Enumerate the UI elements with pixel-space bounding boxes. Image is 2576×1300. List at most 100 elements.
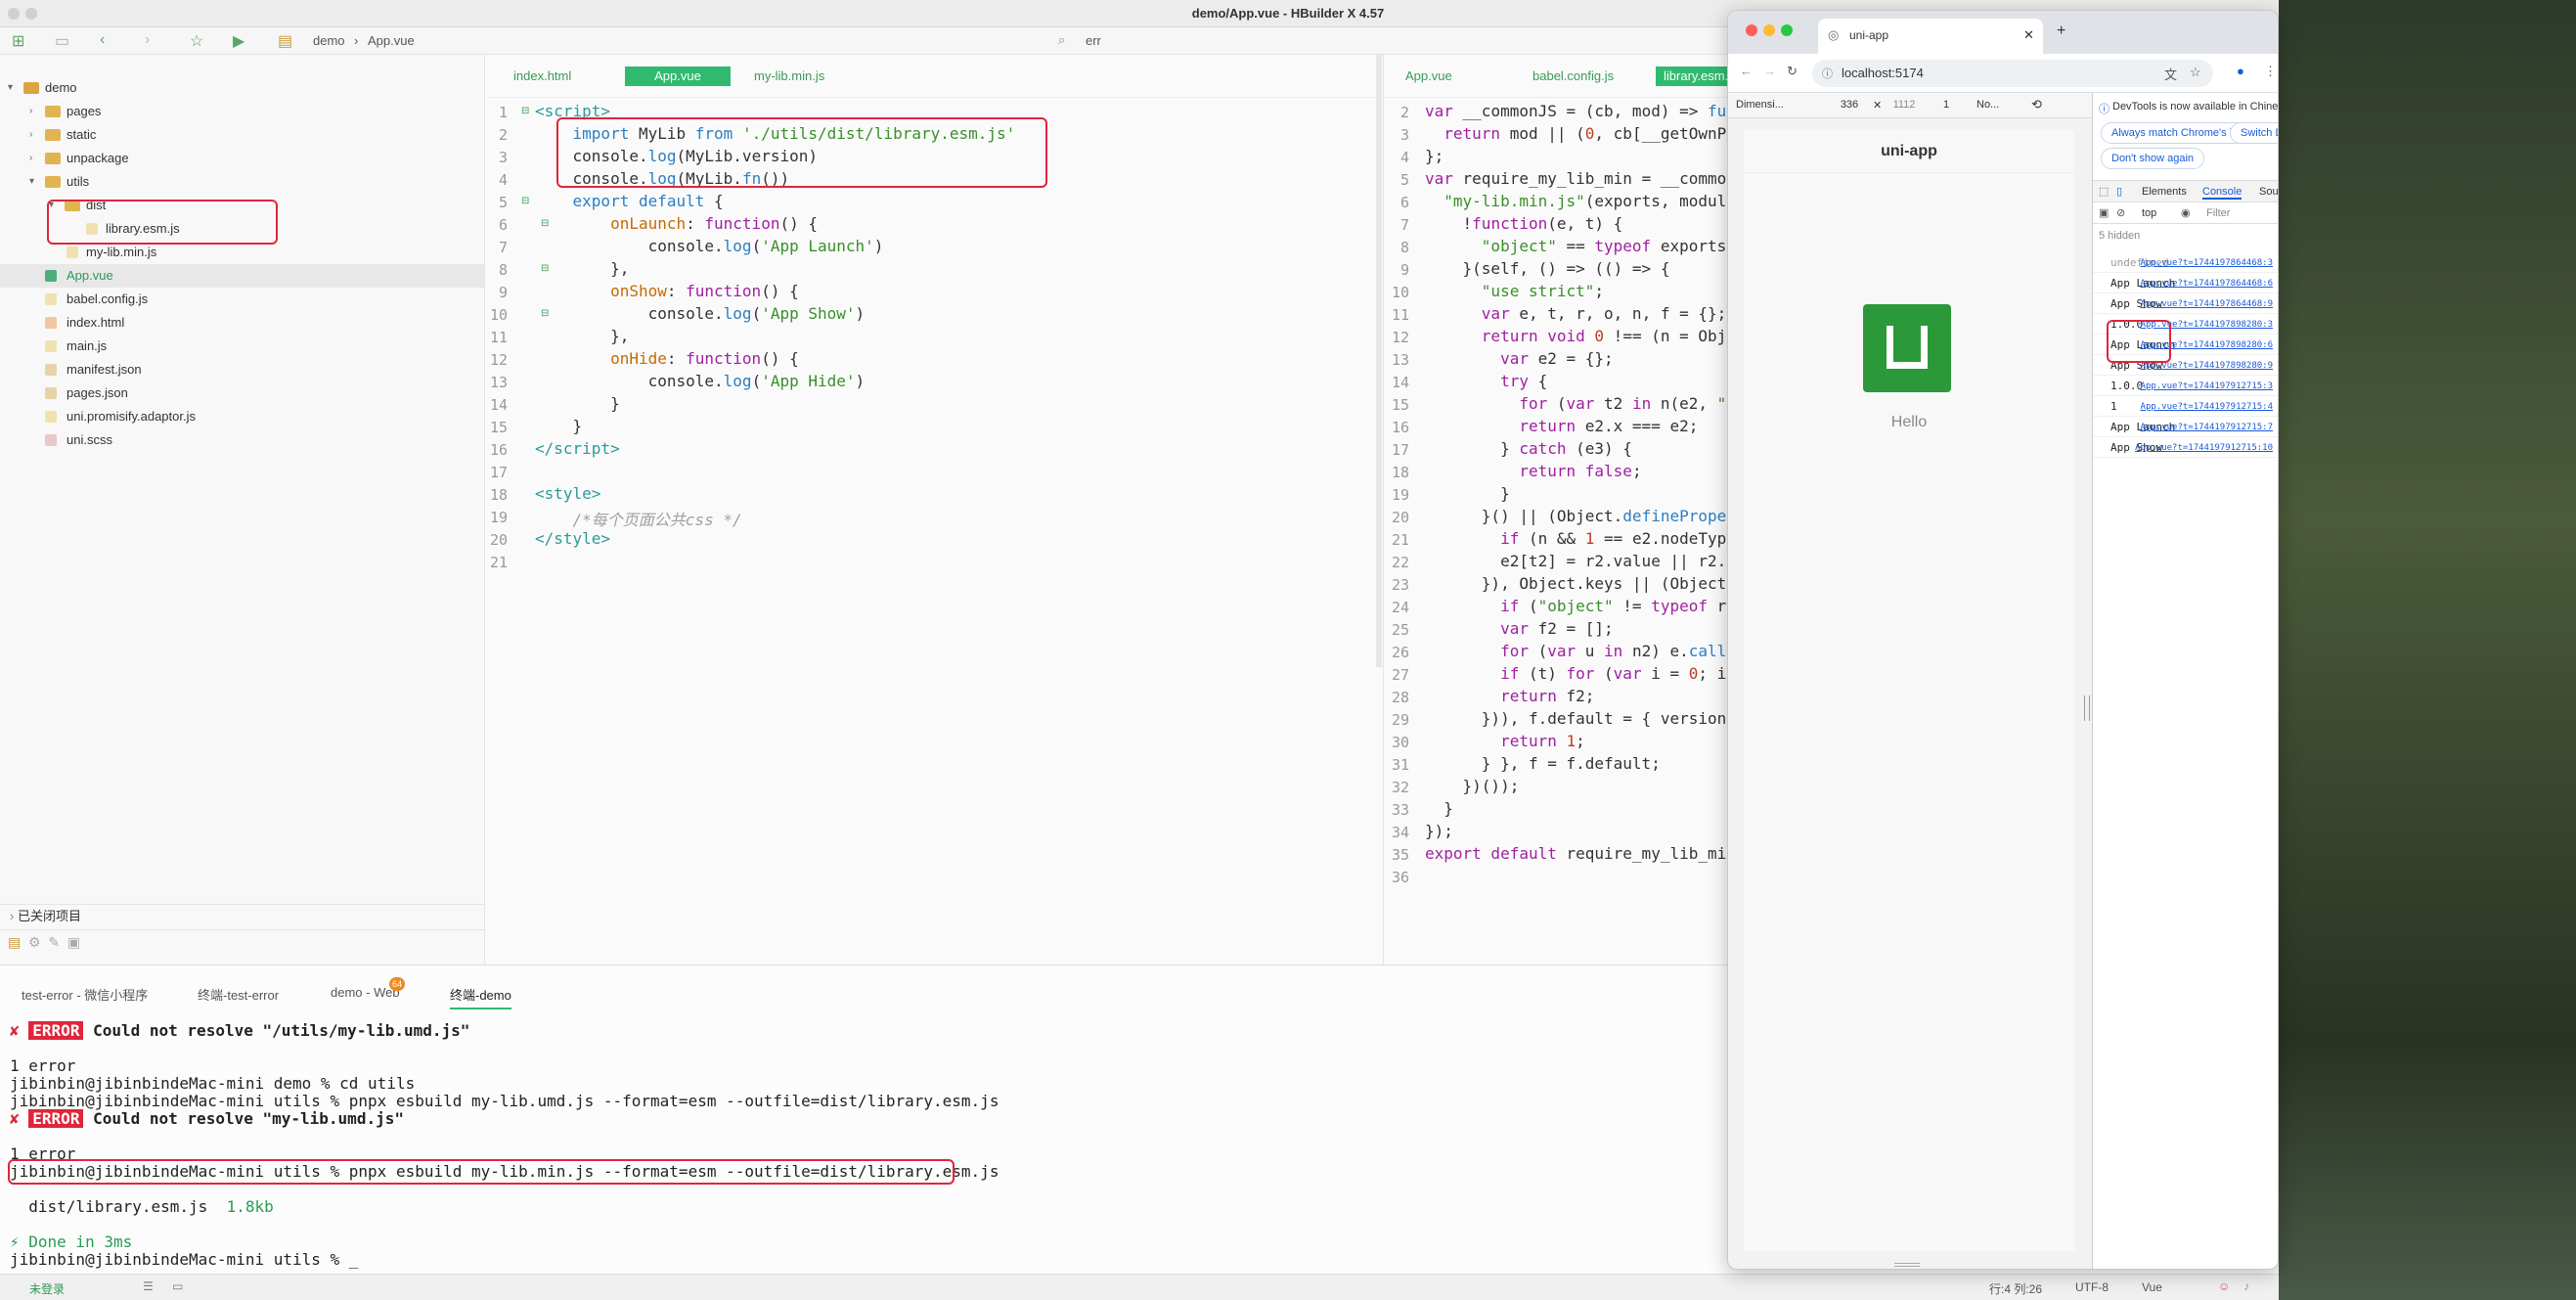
tree-item-utils[interactable]: ▾ utils bbox=[0, 170, 485, 194]
cursor-position[interactable]: 行:4 列:26 bbox=[1989, 1280, 2042, 1297]
resize-handle[interactable] bbox=[1894, 1263, 1920, 1267]
editor-left[interactable]: index.html App.vue my-lib.min.js 1234567… bbox=[486, 55, 1382, 964]
bell-icon[interactable]: ♪ bbox=[2243, 1279, 2249, 1293]
close-window-button[interactable] bbox=[1746, 24, 1757, 36]
line-number: 6 bbox=[498, 216, 508, 234]
log-source-link[interactable]: App.vue?t=1744197864468:6 bbox=[2141, 274, 2273, 293]
back-icon[interactable]: ← bbox=[1740, 64, 1753, 78]
feedback-icon[interactable]: ☺ bbox=[2218, 1279, 2230, 1293]
breadcrumb-file[interactable]: App.vue bbox=[368, 33, 415, 48]
tree-item-uni-scss[interactable]: uni.scss bbox=[0, 428, 485, 452]
forward-icon[interactable]: › bbox=[145, 31, 150, 49]
bookmark-star-icon[interactable]: ☆ bbox=[2190, 65, 2201, 80]
log-source-link[interactable]: App.vue?t=1744197912715:4 bbox=[2141, 397, 2273, 417]
list-icon[interactable]: ☰ bbox=[143, 1279, 154, 1293]
filter-input[interactable]: Filter bbox=[2206, 207, 2230, 219]
tree-item-main-js[interactable]: main.js bbox=[0, 335, 485, 358]
throttle-select[interactable]: No... bbox=[1976, 99, 1999, 111]
line-number: 8 bbox=[1399, 239, 1409, 256]
device-height-input[interactable]: 1112 bbox=[1885, 99, 1924, 111]
tab-library-esm[interactable]: library.esm.js bbox=[1656, 67, 1727, 86]
terminal-tab-demo[interactable]: 终端-demo bbox=[450, 985, 511, 1009]
translate-icon[interactable]: 文 bbox=[2164, 65, 2177, 83]
terminal-panel[interactable]: test-error - 微信小程序 终端-test-error demo - … bbox=[0, 964, 1727, 1300]
site-info-icon[interactable]: ⓘ bbox=[1822, 66, 1833, 81]
reload-icon[interactable]: ↻ bbox=[1787, 64, 1798, 79]
tree-item-static[interactable]: › static bbox=[0, 123, 485, 147]
tree-item-babel-config[interactable]: babel.config.js bbox=[0, 288, 485, 311]
profile-icon[interactable]: ● bbox=[2237, 64, 2244, 78]
log-source-link[interactable]: App.vue?t=1744197912715:10 bbox=[2135, 438, 2273, 458]
save-icon[interactable]: ▭ bbox=[55, 31, 69, 51]
log-source-link[interactable]: App.vue?t=1744197864468:3 bbox=[2141, 253, 2273, 273]
tree-item-unpackage[interactable]: › unpackage bbox=[0, 147, 485, 170]
rotate-icon[interactable]: ⟲ bbox=[2031, 97, 2042, 112]
console-log-row: App Show App.vue?t=1744197864468:9 bbox=[2093, 294, 2278, 314]
dont-show-again-button[interactable]: Don't show again bbox=[2101, 148, 2205, 169]
tree-item-pages-json[interactable]: pages.json bbox=[0, 381, 485, 405]
tab-console[interactable]: Console bbox=[2202, 186, 2243, 200]
log-source-link[interactable]: App.vue?t=1744197912715:7 bbox=[2141, 418, 2273, 437]
search-input[interactable]: err bbox=[1086, 33, 1101, 48]
run-icon[interactable]: ▶ bbox=[233, 31, 244, 51]
language-mode[interactable]: Vue bbox=[2142, 1280, 2162, 1294]
zoom-window-button[interactable] bbox=[1781, 24, 1793, 36]
tab-my-lib-min[interactable]: my-lib.min.js bbox=[746, 67, 832, 86]
tab-babel-config[interactable]: babel.config.js bbox=[1525, 67, 1621, 86]
breadcrumb-project[interactable]: demo bbox=[313, 33, 345, 48]
minimize-window-button[interactable] bbox=[25, 8, 37, 20]
tab-index-html[interactable]: index.html bbox=[506, 67, 579, 86]
encoding[interactable]: UTF-8 bbox=[2075, 1280, 2109, 1294]
log-source-link[interactable]: App.vue?t=1744197912715:3 bbox=[2141, 377, 2273, 396]
terminal-tab-test-error[interactable]: 终端-test-error bbox=[198, 985, 279, 1004]
log-source-link[interactable]: App.vue?t=1744197864468:9 bbox=[2141, 294, 2273, 314]
context-select[interactable]: top bbox=[2142, 207, 2156, 219]
tab-sources[interactable]: Sources bbox=[2259, 186, 2278, 198]
tab-app-vue[interactable]: App.vue bbox=[625, 67, 731, 86]
close-tab-icon[interactable]: ✕ bbox=[2023, 27, 2034, 43]
browser-tab[interactable]: ◎ uni-app ✕ bbox=[1818, 19, 2043, 54]
line-number: 32 bbox=[1391, 779, 1409, 796]
switch-chinese-button[interactable]: Switch DevTools to Chinese bbox=[2230, 122, 2278, 144]
device-toggle-icon[interactable]: ▯ bbox=[2116, 185, 2122, 198]
forward-icon[interactable]: → bbox=[1763, 64, 1776, 78]
scrollbar[interactable] bbox=[1376, 55, 1382, 667]
gift-icon[interactable]: ▣ bbox=[67, 934, 80, 950]
closed-projects[interactable]: › 已关闭项目 bbox=[0, 904, 485, 927]
new-file-icon[interactable]: ⊞ bbox=[12, 31, 24, 51]
inspect-icon[interactable]: ⬚ bbox=[2099, 185, 2109, 198]
sidebar-toggle-icon[interactable]: ▣ bbox=[2099, 206, 2109, 219]
close-window-button[interactable] bbox=[8, 8, 20, 20]
code-line: }; bbox=[1425, 147, 1444, 165]
plugin-icon[interactable]: ⚙ bbox=[28, 934, 41, 950]
editor-right[interactable]: App.vue babel.config.js library.esm.js 2… bbox=[1383, 55, 1727, 964]
tree-item-demo[interactable]: ▾ demo bbox=[0, 76, 485, 100]
minimize-window-button[interactable] bbox=[1763, 24, 1775, 36]
url-field[interactable]: ⓘ localhost:5174 文 ☆ bbox=[1812, 60, 2213, 87]
login-status[interactable]: 未登录 bbox=[29, 1280, 65, 1297]
tab-elements[interactable]: Elements bbox=[2142, 186, 2187, 198]
terminal-icon[interactable]: ▭ bbox=[172, 1279, 183, 1293]
folder-icon[interactable]: ▤ bbox=[8, 934, 21, 950]
tab-app-vue-right[interactable]: App.vue bbox=[1398, 67, 1460, 86]
code-line: console.log('App Show') bbox=[535, 304, 866, 323]
tree-item-manifest[interactable]: manifest.json bbox=[0, 358, 485, 381]
settings-icon[interactable]: ✎ bbox=[48, 934, 60, 950]
vertical-resize-handle[interactable] bbox=[2084, 695, 2090, 721]
zoom-select[interactable]: 1 bbox=[1943, 99, 1949, 111]
tree-item-promisify[interactable]: uni.promisify.adaptor.js bbox=[0, 405, 485, 428]
eye-icon[interactable]: ◉ bbox=[2181, 206, 2191, 219]
tree-item-pages[interactable]: › pages bbox=[0, 100, 485, 123]
new-tab-button[interactable]: + bbox=[2057, 22, 2065, 40]
device-select[interactable]: Dimensi... bbox=[1736, 99, 1784, 111]
clear-console-icon[interactable]: ⊘ bbox=[2116, 206, 2125, 219]
favorite-star-icon[interactable]: ☆ bbox=[190, 31, 203, 51]
menu-icon[interactable]: ⋮ bbox=[2264, 64, 2277, 79]
line-number: 8 bbox=[498, 261, 508, 279]
line-number: 14 bbox=[489, 396, 508, 414]
terminal-tab-test-error-wx[interactable]: test-error - 微信小程序 bbox=[22, 985, 148, 1004]
tree-item-app-vue[interactable]: App.vue bbox=[0, 264, 485, 288]
back-icon[interactable]: ‹ bbox=[100, 31, 105, 49]
device-width-input[interactable]: 336 bbox=[1830, 99, 1869, 111]
tree-item-index-html[interactable]: index.html bbox=[0, 311, 485, 335]
